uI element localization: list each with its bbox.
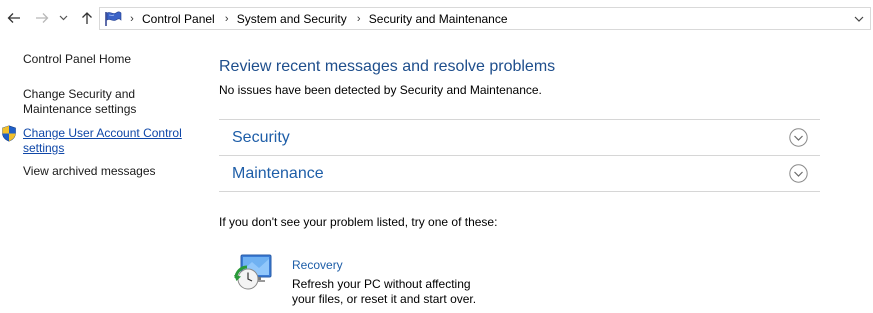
uac-line1: Change User Account Control bbox=[23, 126, 182, 140]
security-section-header[interactable]: Security bbox=[219, 119, 820, 155]
status-message: No issues have been detected by Security… bbox=[219, 83, 542, 97]
security-section-title: Security bbox=[232, 128, 290, 146]
left-pane: Control Panel Home Change Security and M… bbox=[0, 38, 205, 313]
breadcrumb-separator: › bbox=[130, 12, 134, 25]
breadcrumb-separator: › bbox=[224, 12, 229, 25]
breadcrumb-system-and-security[interactable]: System and Security bbox=[235, 12, 351, 26]
recovery-desc-line2: your files, or reset it and start over. bbox=[292, 292, 477, 306]
page-title: Review recent messages and resolve probl… bbox=[219, 58, 556, 75]
recovery-description: Refresh your PC without affecting your f… bbox=[292, 277, 492, 307]
control-panel-flag-icon bbox=[102, 8, 124, 29]
breadcrumb-separator: › bbox=[356, 12, 361, 25]
breadcrumb-control-panel[interactable]: Control Panel bbox=[140, 12, 219, 26]
arrow-up-icon bbox=[82, 12, 92, 24]
chevron-circle-down-icon[interactable] bbox=[789, 128, 808, 147]
chevron-down-icon bbox=[59, 15, 67, 21]
address-dropdown-button[interactable] bbox=[852, 12, 866, 26]
control-panel-home-link[interactable]: Control Panel Home bbox=[23, 52, 131, 67]
uac-line2: settings bbox=[23, 141, 65, 155]
arrow-left-icon bbox=[7, 13, 20, 23]
maintenance-section-title: Maintenance bbox=[232, 164, 324, 182]
uac-shield-icon bbox=[2, 125, 16, 142]
chevron-down-icon bbox=[854, 16, 864, 22]
navigation-bar: › Control Panel › System and Security › … bbox=[0, 0, 873, 38]
address-bar[interactable]: › Control Panel › System and Security › … bbox=[99, 7, 871, 30]
change-settings-line1: Change Security and bbox=[23, 87, 136, 101]
section-divider bbox=[219, 191, 820, 192]
try-one-of-these-text: If you don't see your problem listed, tr… bbox=[219, 215, 498, 229]
recent-locations-button[interactable] bbox=[56, 8, 70, 28]
forward-button[interactable] bbox=[32, 8, 52, 28]
back-button[interactable] bbox=[4, 8, 24, 28]
main-pane: Review recent messages and resolve probl… bbox=[219, 38, 859, 313]
maintenance-section-header[interactable]: Maintenance bbox=[219, 155, 820, 191]
up-button[interactable] bbox=[77, 8, 97, 28]
recovery-link[interactable]: Recovery bbox=[292, 258, 343, 272]
view-archived-messages-link[interactable]: View archived messages bbox=[23, 164, 156, 179]
arrow-right-icon bbox=[36, 13, 49, 23]
recovery-desc-line1: Refresh your PC without affecting bbox=[292, 277, 471, 291]
recovery-icon bbox=[234, 254, 272, 290]
chevron-circle-down-icon[interactable] bbox=[789, 164, 808, 183]
change-security-settings-link[interactable]: Change Security and Maintenance settings bbox=[23, 87, 136, 117]
change-settings-line2: Maintenance settings bbox=[23, 102, 137, 116]
breadcrumb-security-and-maintenance[interactable]: Security and Maintenance bbox=[367, 12, 512, 26]
change-uac-settings-link[interactable]: Change User Account Control settings bbox=[23, 126, 182, 156]
